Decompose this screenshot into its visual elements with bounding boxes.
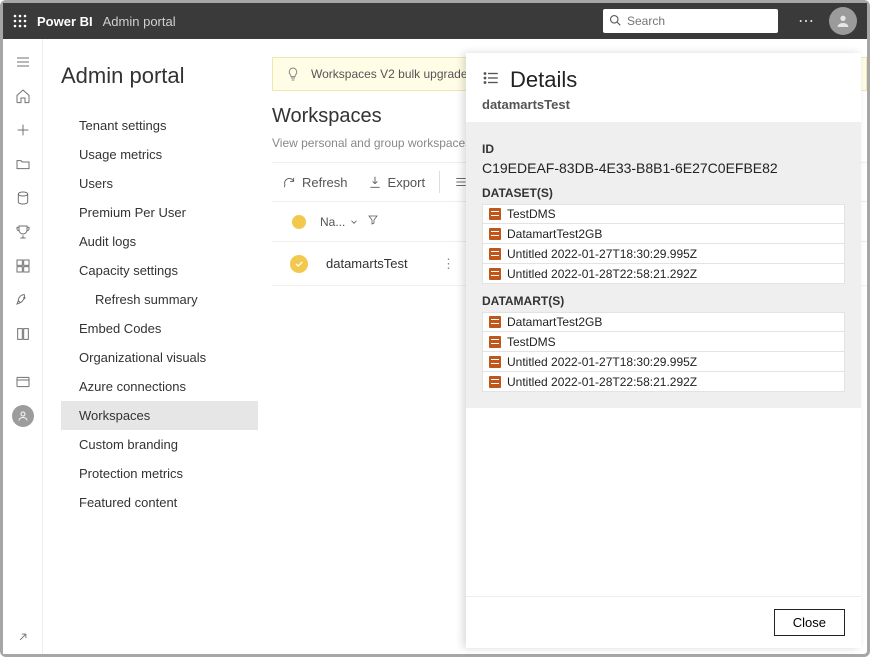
datamart-name: Untitled 2022-01-27T18:30:29.995Z bbox=[507, 355, 697, 369]
dataset-item[interactable]: Untitled 2022-01-28T22:58:21.292Z bbox=[482, 264, 845, 284]
details-list-icon bbox=[482, 69, 500, 92]
sidenav-item-users[interactable]: Users bbox=[61, 169, 258, 198]
sidenav-item-featured-content[interactable]: Featured content bbox=[61, 488, 258, 517]
close-button[interactable]: Close bbox=[774, 609, 845, 636]
plus-icon[interactable] bbox=[3, 113, 43, 147]
sidenav-item-usage-metrics[interactable]: Usage metrics bbox=[61, 140, 258, 169]
dataset-icon bbox=[489, 268, 501, 280]
sidenav-item-tenant-settings[interactable]: Tenant settings bbox=[61, 111, 258, 140]
dataset-icon bbox=[489, 316, 501, 328]
dataset-icon bbox=[489, 376, 501, 388]
row-more-icon[interactable]: ⋮ bbox=[436, 256, 461, 272]
datamart-name: TestDMS bbox=[507, 335, 556, 349]
sidenav-item-refresh-summary[interactable]: Refresh summary bbox=[61, 285, 258, 314]
sidenav-item-audit-logs[interactable]: Audit logs bbox=[61, 227, 258, 256]
dataset-icon bbox=[489, 248, 501, 260]
dataset-item[interactable]: TestDMS bbox=[482, 204, 845, 224]
search-box[interactable] bbox=[603, 9, 778, 33]
dataset-name: TestDMS bbox=[507, 207, 556, 221]
hamburger-icon[interactable] bbox=[3, 45, 43, 79]
sidenav-item-azure-connections[interactable]: Azure connections bbox=[61, 372, 258, 401]
dataset-name: Untitled 2022-01-27T18:30:29.995Z bbox=[507, 247, 697, 261]
dataset-item[interactable]: DatamartTest2GB bbox=[482, 224, 845, 244]
datamarts-label: DATAMART(S) bbox=[482, 294, 845, 308]
datamart-item[interactable]: TestDMS bbox=[482, 332, 845, 352]
more-icon[interactable]: ⋯ bbox=[788, 11, 825, 31]
tip-icon bbox=[285, 66, 301, 82]
portal-label: Admin portal bbox=[103, 14, 176, 29]
home-icon[interactable] bbox=[3, 79, 43, 113]
datamart-name: DatamartTest2GB bbox=[507, 315, 602, 329]
refresh-button[interactable]: Refresh bbox=[272, 163, 358, 201]
workspaces-icon[interactable] bbox=[3, 365, 43, 399]
left-rail bbox=[3, 39, 43, 654]
row-name: datamartsTest bbox=[326, 256, 436, 271]
column-name[interactable]: Na... bbox=[320, 215, 345, 229]
datasets-label: DATASET(S) bbox=[482, 186, 845, 200]
sidenav-item-custom-branding[interactable]: Custom branding bbox=[61, 430, 258, 459]
sidenav-item-workspaces[interactable]: Workspaces bbox=[61, 401, 258, 430]
expand-icon[interactable] bbox=[3, 620, 43, 654]
my-workspace-icon[interactable] bbox=[3, 399, 43, 433]
deploy-icon[interactable] bbox=[3, 283, 43, 317]
datamart-item[interactable]: Untitled 2022-01-27T18:30:29.995Z bbox=[482, 352, 845, 372]
search-icon bbox=[609, 14, 621, 29]
goals-icon[interactable] bbox=[3, 215, 43, 249]
brand-label: Power BI bbox=[37, 14, 99, 29]
row-check-icon[interactable] bbox=[290, 255, 308, 273]
sidenav-item-premium-per-user[interactable]: Premium Per User bbox=[61, 198, 258, 227]
admin-sidenav: Admin portal Tenant settingsUsage metric… bbox=[43, 39, 258, 654]
sidenav-item-embed-codes[interactable]: Embed Codes bbox=[61, 314, 258, 343]
details-subtitle: datamartsTest bbox=[482, 97, 845, 112]
dataset-icon bbox=[489, 336, 501, 348]
search-input[interactable] bbox=[627, 14, 782, 28]
sidenav-title: Admin portal bbox=[61, 63, 258, 89]
datamart-item[interactable]: Untitled 2022-01-28T22:58:21.292Z bbox=[482, 372, 845, 392]
sidenav-item-protection-metrics[interactable]: Protection metrics bbox=[61, 459, 258, 488]
id-label: ID bbox=[482, 142, 845, 156]
dataset-name: Untitled 2022-01-28T22:58:21.292Z bbox=[507, 267, 697, 281]
datamart-name: Untitled 2022-01-28T22:58:21.292Z bbox=[507, 375, 697, 389]
topbar: Power BI Admin portal ⋯ bbox=[3, 3, 867, 39]
filter-icon[interactable] bbox=[367, 214, 379, 229]
folder-icon[interactable] bbox=[3, 147, 43, 181]
export-button[interactable]: Export bbox=[358, 163, 436, 201]
dataset-item[interactable]: Untitled 2022-01-27T18:30:29.995Z bbox=[482, 244, 845, 264]
sidenav-item-organizational-visuals[interactable]: Organizational visuals bbox=[61, 343, 258, 372]
dataset-name: DatamartTest2GB bbox=[507, 227, 602, 241]
details-title: Details bbox=[510, 67, 577, 93]
dataset-icon bbox=[489, 356, 501, 368]
sidenav-item-capacity-settings[interactable]: Capacity settings bbox=[61, 256, 258, 285]
dataset-icon bbox=[489, 208, 501, 220]
app-launcher-icon[interactable] bbox=[3, 3, 37, 39]
details-panel: Details datamartsTest ID C19EDEAF-83DB-4… bbox=[466, 53, 861, 648]
apps-icon[interactable] bbox=[3, 249, 43, 283]
dataset-icon bbox=[489, 228, 501, 240]
learn-icon[interactable] bbox=[3, 317, 43, 351]
datahub-icon[interactable] bbox=[3, 181, 43, 215]
select-all-icon[interactable] bbox=[292, 215, 306, 229]
avatar[interactable] bbox=[829, 7, 857, 35]
datamart-item[interactable]: DatamartTest2GB bbox=[482, 312, 845, 332]
id-value: C19EDEAF-83DB-4E33-B8B1-6E27C0EFBE82 bbox=[482, 160, 845, 176]
